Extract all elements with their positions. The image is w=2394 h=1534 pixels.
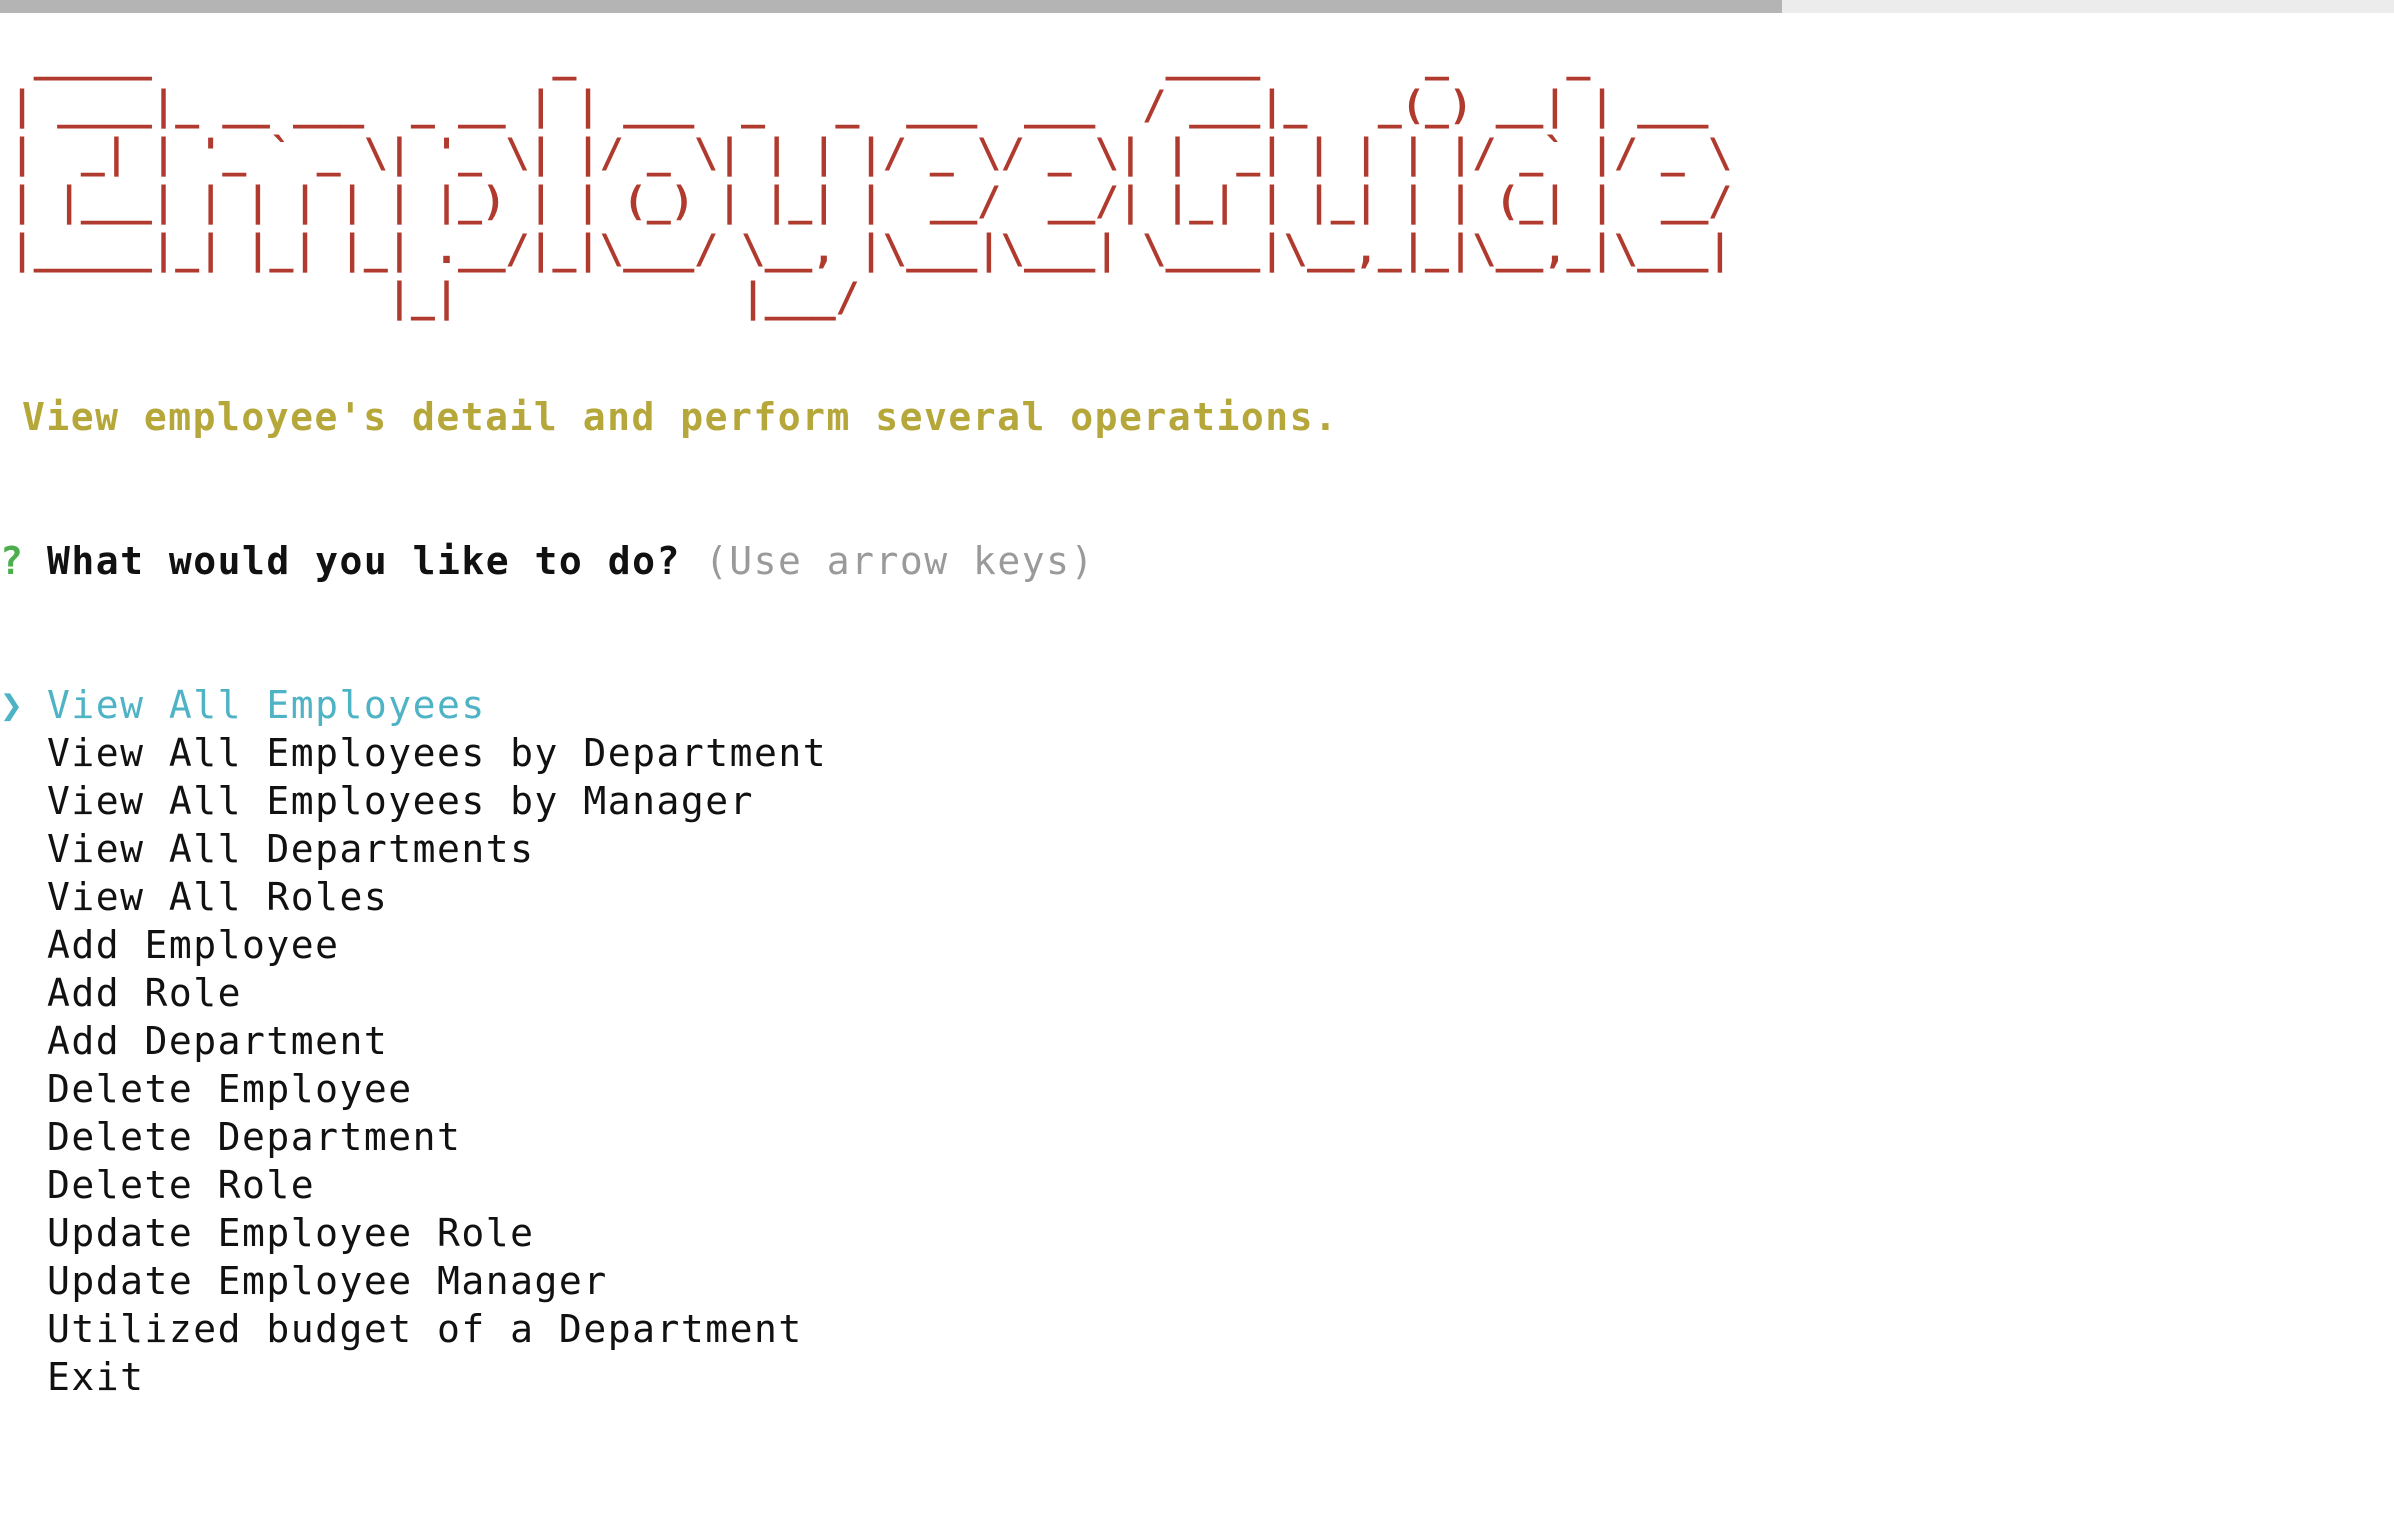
menu-choice[interactable]: Add Department — [0, 1017, 1338, 1065]
question-mark-icon: ? — [0, 539, 25, 583]
prompt-question: What would you like to do? — [47, 539, 681, 583]
menu-choice[interactable]: Update Employee Role — [0, 1209, 1338, 1257]
prompt-line: ? What would you like to do? (Use arrow ke… — [0, 537, 1338, 585]
menu-choice-label: Update Employee Role — [47, 1211, 535, 1255]
menu-choice-label: Add Department — [47, 1019, 389, 1063]
menu-choice-label: Delete Employee — [47, 1067, 413, 1111]
menu-choice[interactable]: Delete Role — [0, 1161, 1338, 1209]
menu-choice[interactable]: View All Departments — [0, 825, 1338, 873]
menu-choice[interactable]: Delete Employee — [0, 1065, 1338, 1113]
menu-choice[interactable]: Add Role — [0, 969, 1338, 1017]
menu-choice[interactable]: Delete Department — [0, 1113, 1338, 1161]
menu-choice-label: Add Employee — [47, 923, 340, 967]
menu-choice[interactable]: Exit — [0, 1353, 1338, 1401]
menu-choice-label: Delete Department — [47, 1115, 462, 1159]
menu-choice-label: View All Employees — [47, 683, 486, 727]
menu-choice[interactable]: View All Employees by Department — [0, 729, 1338, 777]
menu-choice[interactable]: ❯ View All Employees — [0, 681, 1338, 729]
horizontal-scrollbar[interactable] — [0, 0, 2394, 13]
menu-choice-label: View All Employees by Department — [47, 731, 828, 775]
menu-choice[interactable]: View All Employees by Manager — [0, 777, 1338, 825]
tagline: View employee's detail and perform sever… — [22, 395, 1339, 439]
menu-choice-label: View All Departments — [47, 827, 535, 871]
choice-list: ❯ View All Employees View All Employees by… — [0, 681, 1338, 1401]
menu-choice-label: Add Role — [47, 971, 243, 1015]
menu-choice[interactable]: Update Employee Manager — [0, 1257, 1338, 1305]
ascii-banner-employee-guide: _____ _ ____ _ _ | ____|_ __ ___ _ __ | … — [10, 35, 1732, 321]
pointer-icon: ❯ — [0, 683, 25, 727]
menu-choice-label: View All Employees by Manager — [47, 779, 754, 823]
menu-choice-label: Exit — [47, 1355, 145, 1399]
menu-choice-label: Delete Role — [47, 1163, 316, 1207]
menu-choice[interactable]: Utilized budget of a Department — [0, 1305, 1338, 1353]
prompt-hint: (Use arrow keys) — [704, 539, 1095, 583]
menu-choice[interactable]: Add Employee — [0, 921, 1338, 969]
menu-choice-label: Update Employee Manager — [47, 1259, 608, 1303]
terminal-window: _____ _ ____ _ _ | ____|_ __ ___ _ __ | … — [0, 0, 2394, 1534]
menu-choice-label: View All Roles — [47, 875, 389, 919]
scrollbar-thumb[interactable] — [0, 0, 1782, 13]
menu-choice[interactable]: View All Roles — [0, 873, 1338, 921]
menu-choice-label: Utilized budget of a Department — [47, 1307, 803, 1351]
